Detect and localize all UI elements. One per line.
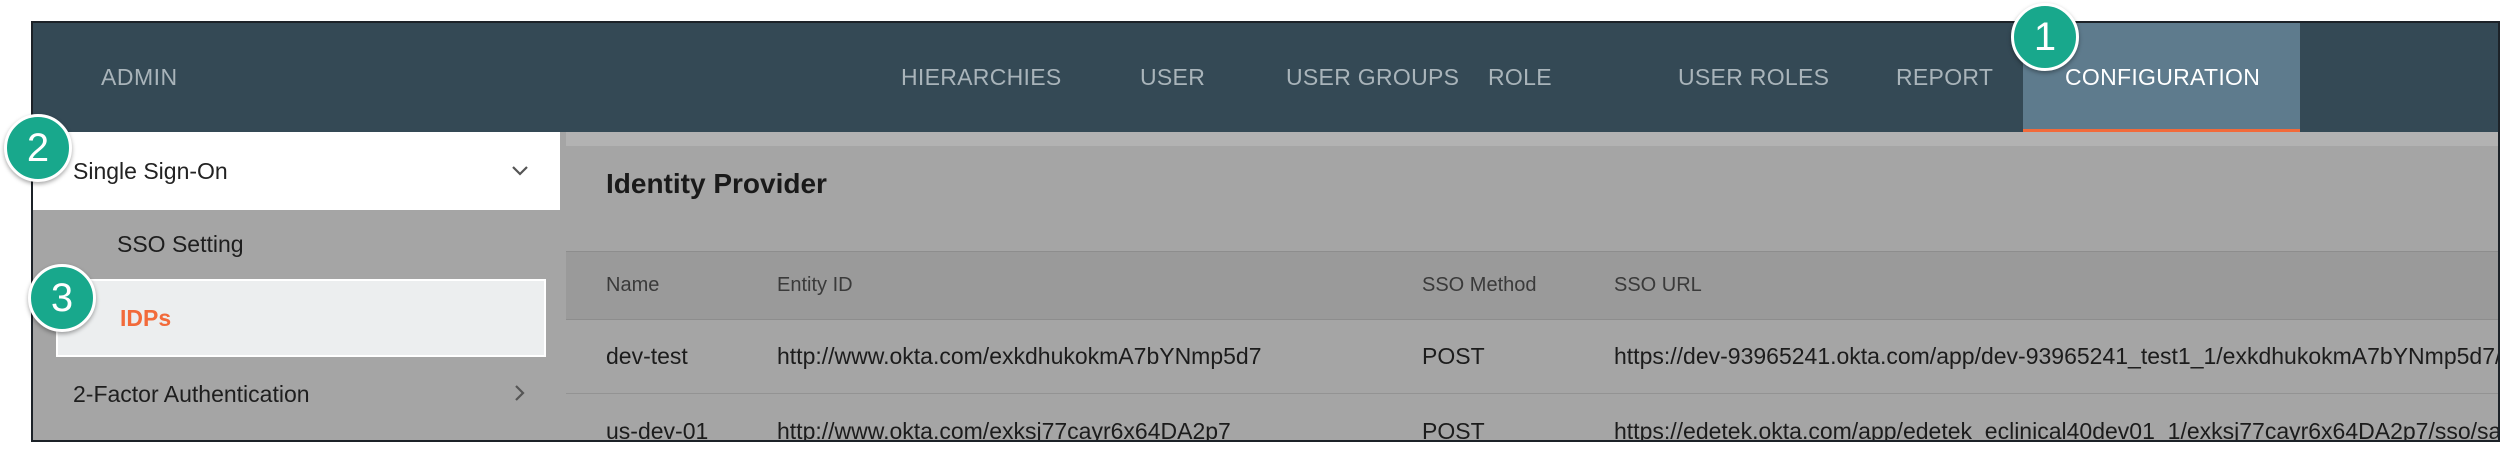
cell-sso-url: https://edetek.okta.com/app/edetek_eclin… xyxy=(1614,418,2500,442)
column-header-sso-url[interactable]: SSO URL xyxy=(1614,252,1702,319)
chevron-right-icon[interactable] xyxy=(509,382,531,404)
table-row[interactable]: us-dev-01 http://www.okta.com/exksj77cay… xyxy=(566,394,2500,442)
main-content: Identity Provider Name Entity ID SSO Met… xyxy=(566,132,2498,440)
column-header-entity-id[interactable]: Entity ID xyxy=(777,252,853,319)
sidebar-item-2-factor-authentication[interactable]: 2-Factor Authentication xyxy=(73,381,310,408)
column-header-name[interactable]: Name xyxy=(606,252,659,319)
table-header: Name Entity ID SSO Method SSO URL xyxy=(566,251,2498,320)
callout-badge-3: 3 xyxy=(28,264,96,332)
sidebar-section-label: Single Sign-On xyxy=(73,158,228,184)
tab-user-roles[interactable]: USER ROLES xyxy=(1678,23,1829,132)
cell-sso-method: POST xyxy=(1422,418,1485,442)
sidebar-item-idps[interactable]: IDPs xyxy=(56,279,546,357)
tab-report[interactable]: REPORT xyxy=(1896,23,1993,132)
cell-name: dev-test xyxy=(606,343,688,369)
column-header-sso-method[interactable]: SSO Method xyxy=(1422,252,1537,319)
page-title: Identity Provider xyxy=(606,168,827,199)
cell-entity-id: http://www.okta.com/exkdhukokmA7bYNmp5d7 xyxy=(777,343,1262,369)
chevron-down-icon xyxy=(512,166,528,176)
app-window: ADMIN HIERARCHIES USER USER GROUPS ROLE … xyxy=(31,21,2500,442)
cell-entity-id: http://www.okta.com/exksj77cayr6x64DA2p7 xyxy=(777,418,1231,442)
top-nav-bar: ADMIN HIERARCHIES USER USER GROUPS ROLE … xyxy=(33,23,2498,142)
sidebar-item-sso-setting[interactable]: SSO Setting xyxy=(117,231,244,258)
tab-user-groups[interactable]: USER GROUPS xyxy=(1286,23,1459,132)
tab-hierarchies[interactable]: HIERARCHIES xyxy=(901,23,1062,132)
tab-role[interactable]: ROLE xyxy=(1488,23,1552,132)
sidebar: Single Sign-On SSO Setting IDPs 2-Factor… xyxy=(33,132,560,440)
callout-badge-2: 2 xyxy=(4,114,72,182)
callout-badge-1: 1 xyxy=(2011,3,2079,71)
app-title: ADMIN xyxy=(101,64,178,90)
sidebar-section-single-sign-on[interactable]: Single Sign-On xyxy=(33,132,560,210)
content-top-strip xyxy=(566,132,2498,146)
tab-user[interactable]: USER xyxy=(1140,23,1205,132)
cell-sso-url: https://dev-93965241.okta.com/app/dev-93… xyxy=(1614,343,2500,369)
cell-name: us-dev-01 xyxy=(606,418,709,442)
table-row[interactable]: dev-test http://www.okta.com/exkdhukokmA… xyxy=(566,319,2498,394)
cell-sso-method: POST xyxy=(1422,343,1485,369)
tab-configuration[interactable]: CONFIGURATION xyxy=(2065,23,2260,132)
sidebar-item-label: IDPs xyxy=(120,305,172,331)
